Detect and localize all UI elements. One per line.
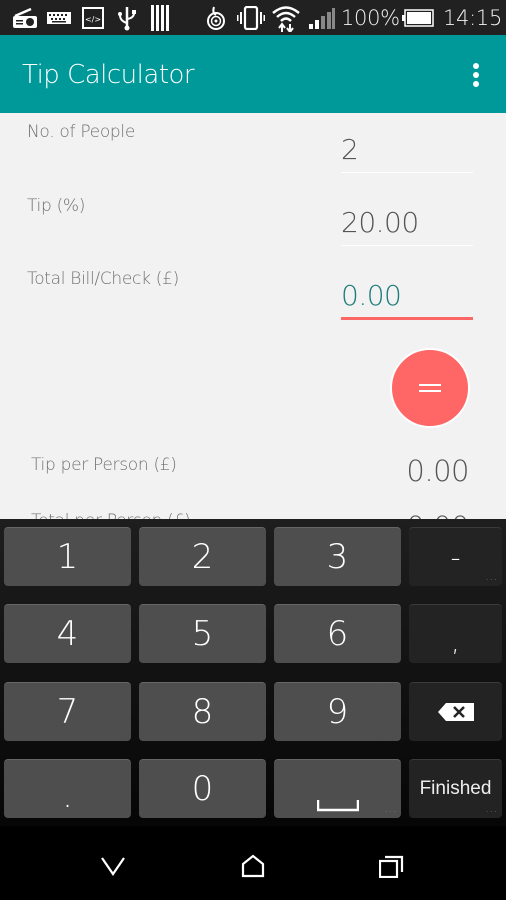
wifi-icon [270,5,302,32]
key-decimal[interactable]: . [4,759,131,818]
more-dots-icon: ... [485,804,498,815]
tip-per-person-label: Tip per Person (£) [31,455,177,475]
people-input[interactable] [341,127,473,173]
radio-icon [10,5,40,31]
key-1[interactable]: 1 [4,527,131,586]
sd-card-icon [150,5,172,31]
tip-per-person-value: 0.00 [406,454,469,488]
battery-percent: 100% [341,6,400,30]
key-5[interactable]: 5 [139,604,266,663]
key-comma[interactable]: , [409,604,502,663]
status-bar: </> 100% 14:15 [0,0,506,35]
backspace-icon [437,703,474,721]
navigation-bar [0,826,506,900]
nfc-icon [204,5,228,31]
tip-form: No. of People Tip (%) Total Bill/Check (… [0,113,506,520]
key-3[interactable]: 3 [274,527,401,586]
key-space[interactable]: ... [274,759,401,818]
keyboard-icon [46,5,72,31]
calculate-button[interactable] [390,348,470,428]
back-button[interactable] [93,848,133,884]
more-vert-icon[interactable] [468,61,484,89]
more-dots-icon: ... [485,572,498,583]
key-6[interactable]: 6 [274,604,401,663]
svg-text:</>: </> [85,15,101,24]
battery-icon [401,5,435,31]
key-2[interactable]: 2 [139,527,266,586]
home-button[interactable] [233,848,273,884]
recents-icon [379,855,404,878]
app-bar: Tip Calculator [0,35,506,113]
code-icon: </> [81,5,105,31]
vibrate-icon [236,5,266,31]
tip-percent-label: Tip (%) [27,196,86,216]
total-bill-label: Total Bill/Check (£) [27,269,179,289]
numeric-keyboard: 1 2 3 -... 4 5 6 , 7 8 9 . 0 ... Finishe… [0,519,506,826]
total-bill-input[interactable] [341,274,473,320]
space-icon [316,800,359,812]
more-dots-icon: ... [384,804,397,815]
equals-icon [419,384,441,392]
clock: 14:15 [443,6,503,30]
key-4[interactable]: 4 [4,604,131,663]
key-7[interactable]: 7 [4,682,131,741]
back-icon [101,857,125,876]
recents-button[interactable] [372,848,412,884]
key-8[interactable]: 8 [139,682,266,741]
home-icon [241,854,265,878]
key-backspace[interactable] [409,682,502,741]
app-title: Tip Calculator [22,60,195,90]
key-0[interactable]: 0 [139,759,266,818]
usb-icon [116,5,138,31]
key-finished[interactable]: Finished ... [409,759,502,818]
tip-percent-input[interactable] [341,200,473,246]
people-label: No. of People [27,122,135,142]
signal-icon [308,5,336,31]
key-9[interactable]: 9 [274,682,401,741]
key-minus[interactable]: -... [409,527,502,586]
